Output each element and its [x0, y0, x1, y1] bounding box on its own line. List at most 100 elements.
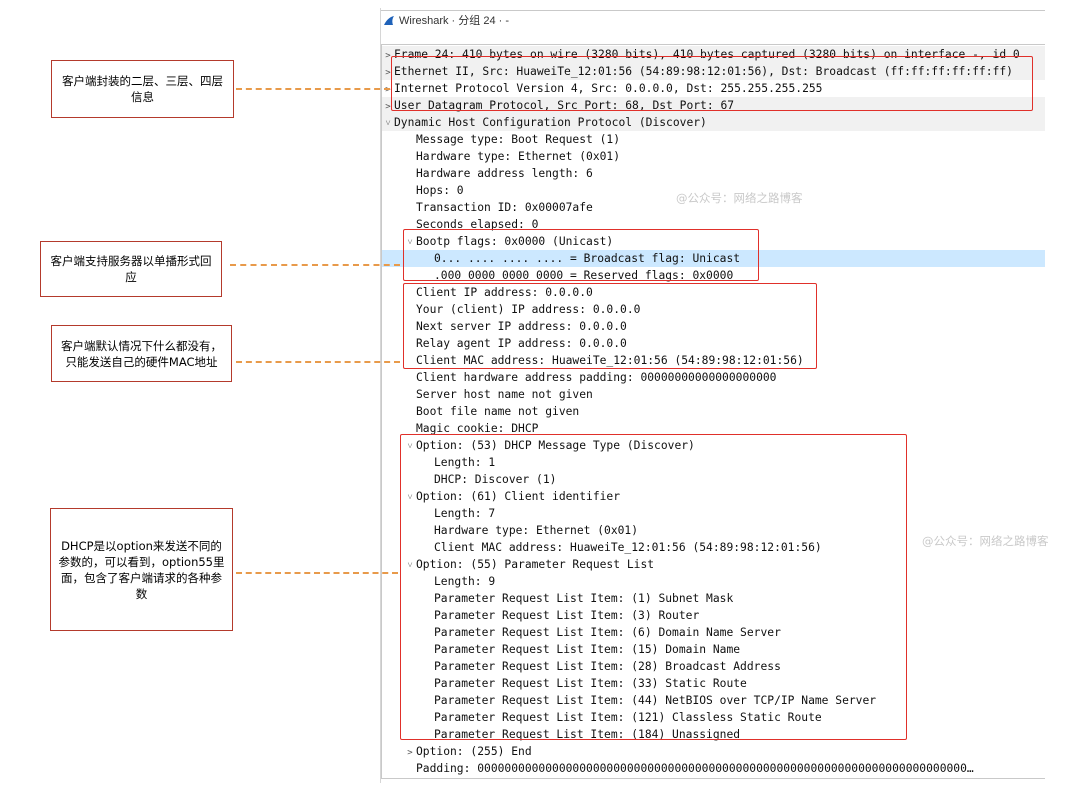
tree-row[interactable]: Seconds elapsed: 0 [382, 216, 1045, 233]
tree-row-text: Relay agent IP address: 0.0.0.0 [416, 337, 627, 350]
tree-row[interactable]: Hardware address length: 6 [382, 165, 1045, 182]
tree-row-text: Client MAC address: HuaweiTe_12:01:56 (5… [416, 354, 804, 367]
tree-row-text: Length: 1 [434, 456, 496, 469]
tree-row-text: Parameter Request List Item: (28) Broadc… [434, 660, 781, 673]
tree-row[interactable]: .000 0000 0000 0000 = Reserved flags: 0x… [382, 267, 1045, 284]
tree-row[interactable]: Parameter Request List Item: (3) Router [382, 607, 1045, 624]
tree-row-text: 0... .... .... .... = Broadcast flag: Un… [434, 252, 741, 265]
tree-row[interactable]: Magic cookie: DHCP [382, 420, 1045, 437]
tree-row-text: Option: (61) Client identifier [416, 490, 621, 503]
tree-row-text: Client IP address: 0.0.0.0 [416, 286, 593, 299]
tree-row[interactable]: Parameter Request List Item: (44) NetBIO… [382, 692, 1045, 709]
wireshark-fin-icon [384, 15, 394, 25]
annotation-dhcp-options: DHCP是以option来发送不同的参数的，可以看到，option55里面，包含… [50, 508, 233, 631]
tree-row[interactable]: Parameter Request List Item: (184) Unass… [382, 726, 1045, 743]
tree-row[interactable]: Parameter Request List Item: (6) Domain … [382, 624, 1045, 641]
tree-row[interactable]: DHCP: Discover (1) [382, 471, 1045, 488]
tree-row[interactable]: Client MAC address: HuaweiTe_12:01:56 (5… [382, 352, 1045, 369]
tree-row[interactable]: Length: 1 [382, 454, 1045, 471]
tree-row-text: DHCP: Discover (1) [434, 473, 557, 486]
tree-row[interactable]: Server host name not given [382, 386, 1045, 403]
tree-row-text: Parameter Request List Item: (33) Static… [434, 677, 747, 690]
tree-row[interactable]: Parameter Request List Item: (33) Static… [382, 675, 1045, 692]
tree-row[interactable]: Client IP address: 0.0.0.0 [382, 284, 1045, 301]
leader-line [230, 264, 400, 266]
window-title: Wireshark · 分组 24 · - [399, 15, 510, 27]
tree-row-text: Ethernet II, Src: HuaweiTe_12:01:56 (54:… [394, 65, 1013, 78]
tree-row-text: Hardware type: Ethernet (0x01) [434, 524, 639, 537]
tree-row-text: Length: 7 [434, 507, 496, 520]
tree-row[interactable]: Parameter Request List Item: (28) Broadc… [382, 658, 1045, 675]
tree-row[interactable]: Message type: Boot Request (1) [382, 131, 1045, 148]
expanded-chevron-icon[interactable]: ˅ [404, 558, 416, 573]
watermark: @公众号：网络之路博客 [676, 191, 803, 205]
tree-row-text: Option: (255) End [416, 745, 532, 758]
tree-row-text: Next server IP address: 0.0.0.0 [416, 320, 627, 333]
tree-row[interactable]: ˅ Bootp flags: 0x0000 (Unicast) [382, 233, 1045, 250]
leader-line [236, 88, 390, 90]
tree-row[interactable]: Length: 7 [382, 505, 1045, 522]
tree-row-text: Parameter Request List Item: (44) NetBIO… [434, 694, 877, 707]
tree-row[interactable]: Parameter Request List Item: (15) Domain… [382, 641, 1045, 658]
tree-row[interactable]: > Internet Protocol Version 4, Src: 0.0.0… [382, 80, 1045, 97]
tree-row[interactable]: Parameter Request List Item: (121) Class… [382, 709, 1045, 726]
tree-row-text: Parameter Request List Item: (15) Domain… [434, 643, 741, 656]
tree-row-text: Bootp flags: 0x0000 (Unicast) [416, 235, 614, 248]
collapsed-chevron-icon[interactable]: > [382, 99, 394, 114]
tree-row[interactable]: ˅ Option: (61) Client identifier [382, 488, 1045, 505]
tree-row-text: Transaction ID: 0x00007afe [416, 201, 593, 214]
annotation-layer-headers: 客户端封装的二层、三层、四层信息 [51, 60, 234, 118]
watermark: @公众号：网络之路博客 [922, 534, 1049, 548]
tree-row-text: Server host name not given [416, 388, 593, 401]
collapsed-chevron-icon[interactable]: > [404, 745, 416, 760]
tree-row-text: Frame 24: 410 bytes on wire (3280 bits),… [394, 48, 1020, 61]
tree-row-text: Message type: Boot Request (1) [416, 133, 621, 146]
packet-details-window: Wireshark · 分组 24 · - > Frame 24: 410 byt… [380, 8, 1045, 783]
tree-row[interactable]: > Ethernet II, Src: HuaweiTe_12:01:56 (54… [382, 63, 1045, 80]
tree-row[interactable]: Next server IP address: 0.0.0.0 [382, 318, 1045, 335]
annotation-mac-only: 客户端默认情况下什么都没有，只能发送自己的硬件MAC地址 [51, 325, 232, 382]
tree-row[interactable]: Parameter Request List Item: (1) Subnet … [382, 590, 1045, 607]
tree-row[interactable]: Client hardware address padding: 0000000… [382, 369, 1045, 386]
annotation-unicast-flag: 客户端支持服务器以单播形式回应 [40, 241, 222, 297]
tree-row-text: Parameter Request List Item: (184) Unass… [434, 728, 741, 741]
expanded-chevron-icon[interactable]: ˅ [404, 490, 416, 505]
leader-line [236, 572, 398, 574]
tree-row-text: Parameter Request List Item: (6) Domain … [434, 626, 781, 639]
tree-row[interactable]: Length: 9 [382, 573, 1045, 590]
annotation-text: 客户端封装的二层、三层、四层信息 [62, 74, 223, 104]
tree-row[interactable]: > Option: (255) End [382, 743, 1045, 760]
tree-row[interactable]: 0... .... .... .... = Broadcast flag: Un… [382, 250, 1045, 267]
tree-row[interactable]: ˅ Dynamic Host Configuration Protocol (Di… [382, 114, 1045, 131]
tree-row[interactable]: ˅ Option: (55) Parameter Request List [382, 556, 1045, 573]
tree-row[interactable]: Hardware type: Ethernet (0x01) [382, 148, 1045, 165]
tree-row-text: Option: (55) Parameter Request List [416, 558, 655, 571]
collapsed-chevron-icon[interactable]: > [382, 65, 394, 80]
tree-row-text: Parameter Request List Item: (121) Class… [434, 711, 822, 724]
tree-row[interactable]: > Frame 24: 410 bytes on wire (3280 bits)… [382, 46, 1045, 63]
annotation-text: DHCP是以option来发送不同的参数的，可以看到，option55里面，包含… [58, 538, 225, 601]
tree-row[interactable]: Relay agent IP address: 0.0.0.0 [382, 335, 1045, 352]
tree-row-text: Hops: 0 [416, 184, 464, 197]
tree-row-text: Parameter Request List Item: (1) Subnet … [434, 592, 734, 605]
annotation-text: 客户端支持服务器以单播形式回应 [50, 254, 212, 284]
expanded-chevron-icon[interactable]: ˅ [404, 235, 416, 250]
expanded-chevron-icon[interactable]: ˅ [382, 116, 394, 131]
leader-line [236, 361, 400, 363]
tree-row-text: Your (client) IP address: 0.0.0.0 [416, 303, 641, 316]
tree-row-text: .000 0000 0000 0000 = Reserved flags: 0x… [434, 269, 734, 282]
tree-row[interactable]: Padding: 0000000000000000000000000000000… [382, 760, 1045, 777]
tree-row-text: Length: 9 [434, 575, 496, 588]
expanded-chevron-icon[interactable]: ˅ [404, 439, 416, 454]
tree-row[interactable]: > User Datagram Protocol, Src Port: 68, D… [382, 97, 1045, 114]
annotation-text: 客户端默认情况下什么都没有，只能发送自己的硬件MAC地址 [61, 338, 222, 369]
tree-row-text: Boot file name not given [416, 405, 580, 418]
tree-row[interactable]: Boot file name not given [382, 403, 1045, 420]
tree-row[interactable]: Your (client) IP address: 0.0.0.0 [382, 301, 1045, 318]
protocol-tree[interactable]: > Frame 24: 410 bytes on wire (3280 bits)… [381, 44, 1045, 779]
tree-row-text: Dynamic Host Configuration Protocol (Dis… [394, 116, 707, 129]
tree-row-text: Parameter Request List Item: (3) Router [434, 609, 700, 622]
tree-row[interactable]: ˅ Option: (53) DHCP Message Type (Discove… [382, 437, 1045, 454]
tree-row-text: Client MAC address: HuaweiTe_12:01:56 (5… [434, 541, 822, 554]
collapsed-chevron-icon[interactable]: > [382, 48, 394, 63]
